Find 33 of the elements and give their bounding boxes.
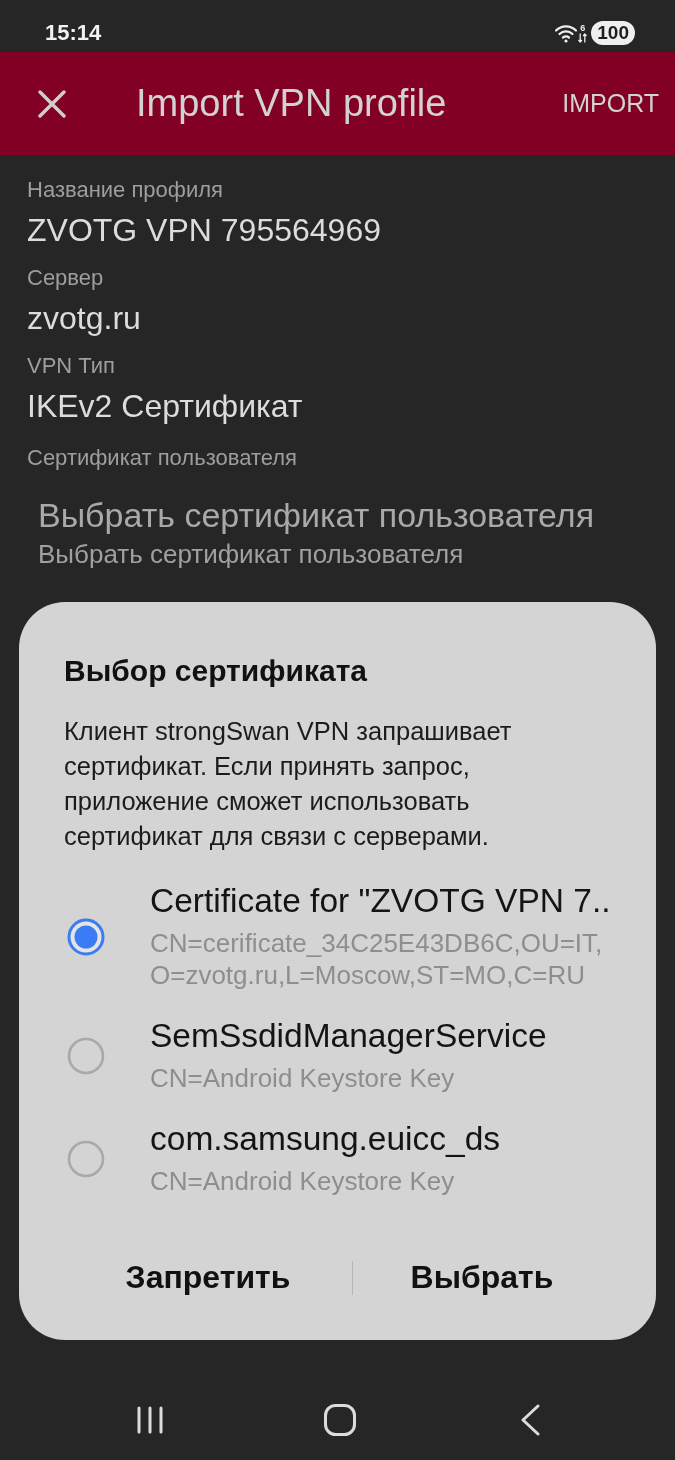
field-label: Сертификат пользователя — [27, 446, 297, 470]
import-button[interactable]: IMPORT — [562, 89, 659, 118]
home-icon[interactable] — [324, 1404, 356, 1436]
certificate-details: CN=Android Keystore Key — [150, 1165, 455, 1197]
field-label: Сервер — [27, 266, 104, 290]
status-time: 15:14 — [45, 20, 102, 46]
certificate-details: CN=Android Keystore Key — [150, 1062, 455, 1094]
field-value: IKEv2 Сертификат — [27, 387, 303, 426]
battery-level: 100 — [591, 21, 635, 45]
field-label: VPN Тип — [27, 354, 116, 378]
deny-button[interactable]: Запретить — [125, 1247, 291, 1308]
data-arrows-icon — [578, 32, 588, 43]
field-value: zvotg.ru — [27, 299, 141, 338]
wifi-icon — [555, 23, 578, 43]
select-button[interactable]: Выбрать — [410, 1247, 554, 1308]
certificate-picker-title[interactable]: Выбрать сертификат пользователя — [38, 496, 595, 534]
close-icon[interactable] — [38, 89, 66, 118]
field-value: ZVOTG VPN 795564969 — [27, 211, 381, 250]
certificate-name[interactable]: SemSsdidManagerService — [150, 1017, 547, 1055]
dialog-title: Выбор сертификата — [64, 653, 367, 689]
certificate-details: CN=cerificate_34C25E43DB6C,OU=IT, O=zvotg.ru,L=Moscow,ST=MO,C=RU — [150, 927, 603, 991]
radio-button[interactable] — [67, 917, 105, 956]
back-icon[interactable] — [520, 1404, 540, 1436]
field-label: Название профиля — [27, 178, 223, 202]
radio-button[interactable] — [67, 1139, 105, 1178]
radio-button[interactable] — [67, 1036, 105, 1075]
wifi-standard-label: 6 — [580, 23, 586, 33]
app-bar-title: Import VPN profile — [136, 82, 448, 125]
certificate-name[interactable]: Certificate for "ZVOTG VPN 7.. — [150, 882, 611, 920]
recent-apps-icon[interactable] — [137, 1406, 163, 1434]
dialog-message: Клиент strongSwan VPN запрашивает сертификат. Если принять запрос, приложение сможет использовать сертификат для связи с серверами. — [64, 716, 513, 852]
certificate-picker-subtitle: Выбрать сертификат пользователя — [38, 540, 464, 568]
certificate-name[interactable]: com.samsung.euicc_ds — [150, 1120, 501, 1158]
